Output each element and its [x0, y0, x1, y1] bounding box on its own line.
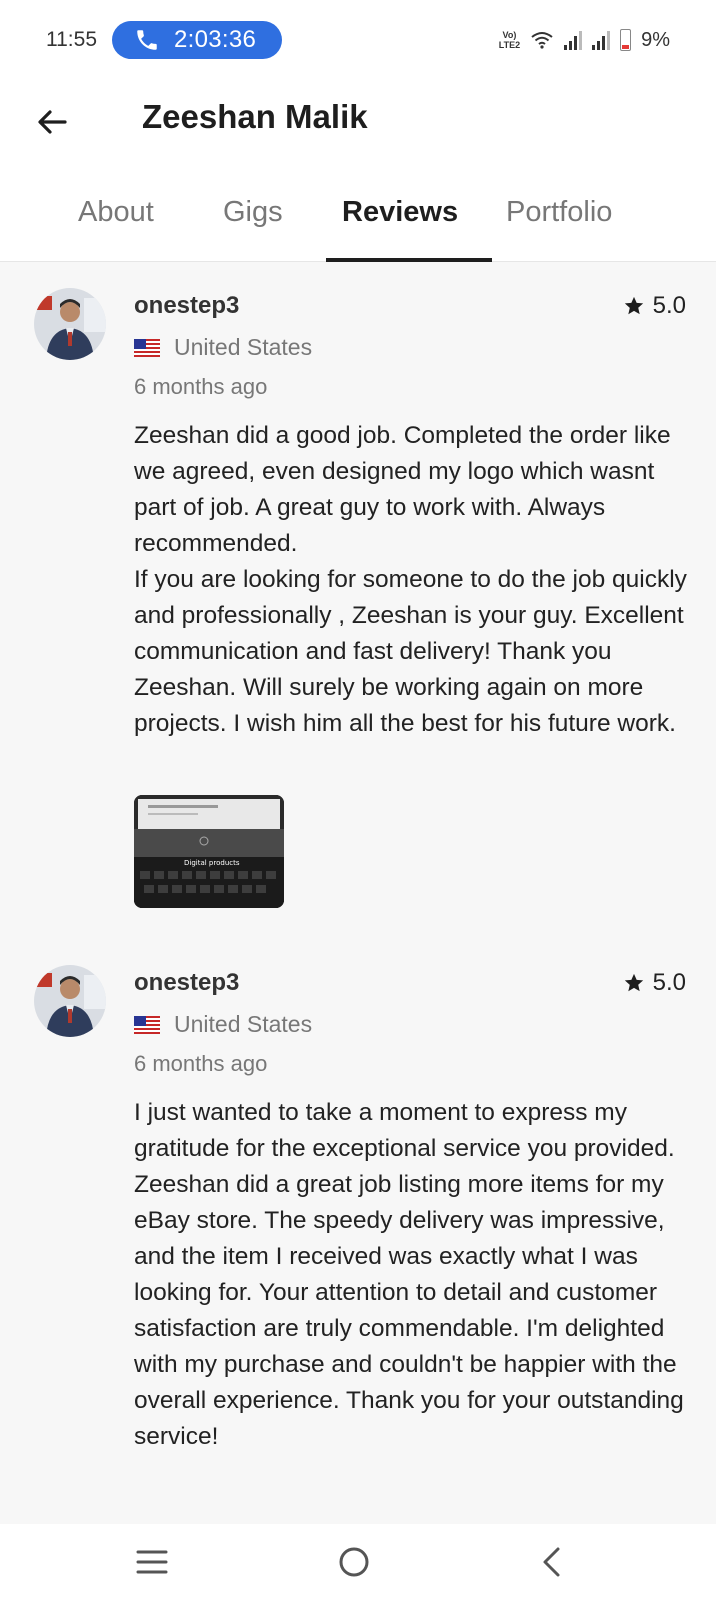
review-attachment-image[interactable]: Digital products	[134, 795, 284, 908]
review-text: Zeeshan did a good job. Completed the or…	[134, 422, 687, 737]
recents-icon	[136, 1550, 168, 1574]
country-name: United States	[174, 334, 313, 360]
reviews-list[interactable]: onestep3 5.0 United States 6 months ago …	[0, 262, 716, 1524]
us-flag-icon	[134, 1015, 160, 1034]
review-rating: 5.0	[623, 969, 686, 997]
volte-icon: Vo) LTE2	[498, 30, 521, 50]
recents-button[interactable]	[130, 1542, 174, 1582]
wifi-icon	[531, 32, 553, 49]
reviewer-country: United States	[134, 1011, 312, 1038]
reviewer-name[interactable]: onestep3	[134, 969, 239, 997]
star-icon	[624, 973, 643, 992]
system-nav-bar	[0, 1524, 716, 1600]
status-time: 11:55	[46, 28, 97, 51]
status-icons: Vo) LTE2 9%	[499, 26, 670, 54]
home-icon	[339, 1547, 369, 1577]
review-rating: 5.0	[623, 292, 686, 320]
star-icon	[624, 296, 643, 315]
tab-portfolio[interactable]: Portfolio	[506, 196, 612, 229]
reviewer-name[interactable]: onestep3	[134, 292, 239, 320]
battery-percent: 9%	[641, 28, 670, 51]
back-button[interactable]	[30, 100, 74, 144]
signal-1-icon	[564, 30, 583, 50]
home-button[interactable]	[332, 1542, 376, 1582]
chevron-left-icon	[543, 1547, 560, 1577]
app-header: Zeeshan Malik	[0, 80, 716, 160]
phone-icon	[137, 30, 157, 50]
tab-reviews[interactable]: Reviews	[342, 196, 458, 229]
arrow-left-icon	[38, 110, 67, 134]
avatar[interactable]	[34, 965, 106, 1037]
review-time: 6 months ago	[134, 374, 268, 399]
country-name: United States	[174, 1011, 313, 1037]
attachment-caption: Digital products	[184, 859, 240, 867]
rating-value: 5.0	[652, 292, 686, 319]
avatar[interactable]	[34, 288, 106, 360]
ongoing-call-pill[interactable]: 2:03:36	[112, 21, 282, 59]
review-time: 6 months ago	[134, 1051, 268, 1076]
status-bar: 11:55 2:03:36 Vo) LTE2 9%	[0, 0, 716, 80]
reviewer-country: United States	[134, 334, 312, 361]
page-title: Zeeshan Malik	[142, 98, 368, 135]
battery-icon	[620, 29, 632, 51]
signal-2-icon	[592, 30, 611, 50]
rating-value: 5.0	[652, 969, 686, 996]
tab-about[interactable]: About	[78, 196, 154, 229]
call-timer: 2:03:36	[174, 26, 257, 53]
tab-gigs[interactable]: Gigs	[223, 196, 283, 229]
profile-tabs: About Gigs Reviews Portfolio	[0, 178, 716, 262]
system-back-button[interactable]	[530, 1542, 574, 1582]
us-flag-icon	[134, 338, 160, 357]
review-text: I just wanted to take a moment to expres…	[134, 1099, 684, 1450]
